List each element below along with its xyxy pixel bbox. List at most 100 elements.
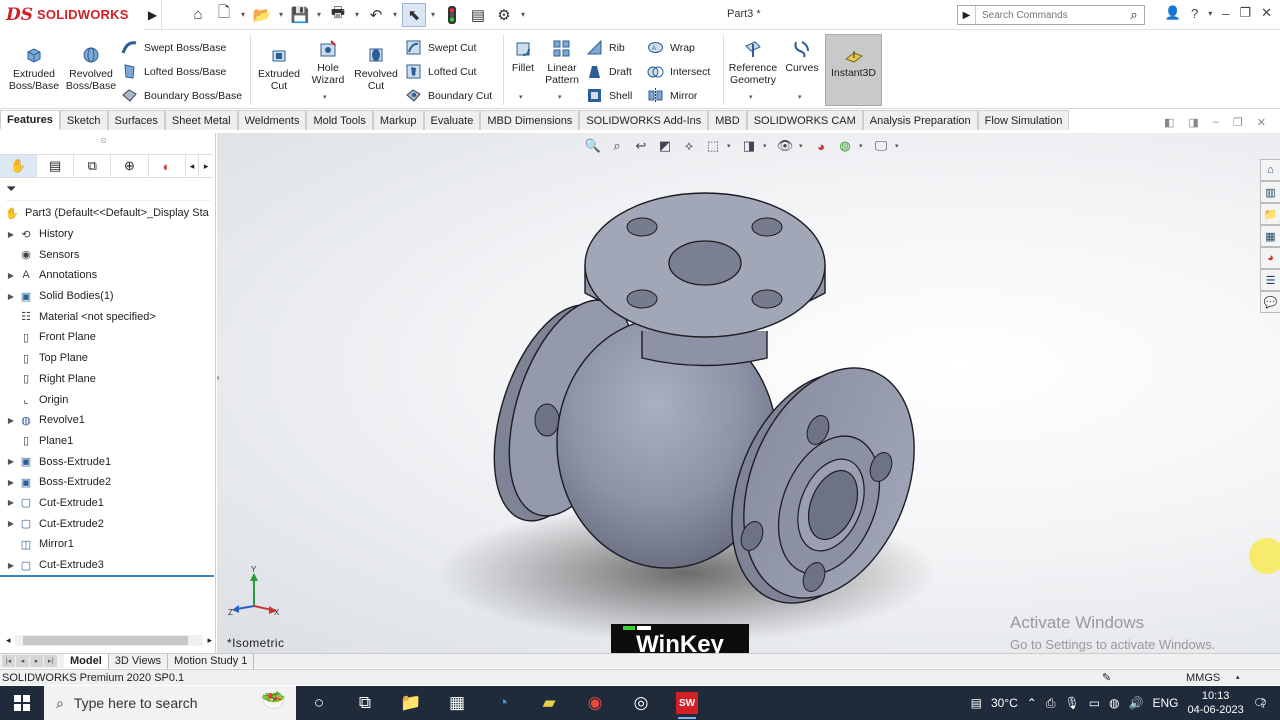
file-properties-icon[interactable]: ▤ [466, 3, 490, 27]
panel-tabs-left-arrow-icon[interactable]: ◂ [186, 155, 200, 177]
file-explorer-taskbar-icon[interactable]: 📁 [388, 686, 434, 720]
undo-icon[interactable]: ↶ [364, 3, 388, 27]
search-commands[interactable]: ▶ ⌕ [957, 5, 1145, 25]
wrap-button[interactable]: A Wrap [647, 39, 695, 56]
doc-minimize-icon[interactable]: – [1213, 116, 1219, 129]
bottom-tab-model[interactable]: Model [64, 653, 109, 669]
linear-pattern-button[interactable]: Linear Pattern [542, 39, 582, 86]
notifications-icon[interactable]: 🗨 2 [1253, 696, 1268, 710]
tab-flow-simulation[interactable]: Flow Simulation [977, 110, 1070, 130]
sticky-notes-icon[interactable]: ▰ [526, 686, 572, 720]
weather-icon[interactable]: ▤ [971, 696, 982, 710]
tab-markup[interactable]: Markup [372, 110, 424, 130]
hole-wizard-button[interactable]: Hole Wizard [306, 39, 350, 86]
undo-dropdown-icon[interactable]: ▾ [390, 10, 400, 19]
tile-left-icon[interactable]: ◧ [1164, 116, 1174, 129]
options-dropdown-icon[interactable]: ▾ [518, 10, 528, 19]
expand-arrow-icon[interactable]: ▶ [4, 478, 18, 487]
meet-now-icon[interactable]: ⎙ [1046, 696, 1056, 711]
volume-icon[interactable]: 🔊 [1129, 696, 1144, 710]
print-icon[interactable]: 🖶 [326, 3, 350, 27]
tree-item-sensors[interactable]: ◉ Sensors [0, 244, 214, 265]
prev-tab-icon[interactable]: ◂ [16, 655, 29, 667]
lofted-boss-button[interactable]: Lofted Boss/Base [121, 63, 226, 80]
display-manager-tab-icon[interactable]: ◐ [149, 155, 186, 177]
tree-item-revolve1[interactable]: ▶ ◍ Revolve1 [0, 410, 214, 431]
save-icon[interactable]: 💾 [288, 3, 312, 27]
taskbar-search[interactable]: ⌕ Type here to search 🥗 [44, 686, 296, 720]
boundary-cut-button[interactable]: Boundary Cut [405, 87, 492, 104]
intersect-button[interactable]: Intersect [647, 63, 710, 80]
save-dropdown-icon[interactable]: ▾ [314, 10, 324, 19]
solidworks-taskbar-icon[interactable]: SW [664, 686, 710, 720]
tree-item-cut-extrude3[interactable]: ▶ ▢ Cut-Extrude3 [0, 555, 214, 576]
taskbar-clock[interactable]: 10:13 04-06-2023 [1187, 689, 1243, 717]
scroll-thumb[interactable] [22, 635, 188, 645]
expand-arrow-icon[interactable]: ▶ [4, 561, 18, 570]
expand-arrow-icon[interactable]: ▶ [4, 292, 18, 301]
obs-studio-icon[interactable]: ◎ [618, 686, 664, 720]
select-cursor-icon[interactable]: ⬉ [402, 2, 426, 27]
linear-pattern-dropdown-icon[interactable]: ▾ [558, 93, 562, 101]
select-dropdown-icon[interactable]: ▾ [428, 10, 438, 19]
tree-root-part[interactable]: ✋ Part3 (Default<<Default>_Display Sta [0, 203, 214, 224]
swept-boss-button[interactable]: Swept Boss/Base [121, 39, 226, 56]
tab-solidworks-add-ins[interactable]: SOLIDWORKS Add-Ins [579, 110, 709, 130]
tab-mbd-dimensions[interactable]: MBD Dimensions [480, 110, 580, 130]
rebuild-pen-icon[interactable]: ✎ [1102, 671, 1111, 684]
shell-button[interactable]: Shell [586, 87, 632, 104]
new-dropdown-icon[interactable]: ▾ [238, 10, 248, 19]
tree-item-front-plane[interactable]: ▯ Front Plane [0, 327, 214, 348]
help-dropdown-icon[interactable]: ▾ [1208, 9, 1212, 18]
mirror-button[interactable]: Mirror [647, 87, 697, 104]
battery-icon[interactable]: ▭ [1089, 696, 1100, 710]
tab-weldments[interactable]: Weldments [237, 110, 307, 130]
filter-icon[interactable]: ⏷ [6, 181, 211, 201]
feature-manager-tab-icon[interactable]: ✋ [0, 155, 38, 177]
tab-solidworks-cam[interactable]: SOLIDWORKS CAM [746, 110, 863, 130]
calculator-icon[interactable]: ▦ [434, 686, 480, 720]
fillet-dropdown-icon[interactable]: ▾ [519, 93, 523, 101]
microphone-icon[interactable]: 🎙 [1064, 696, 1079, 710]
bottom-tab-3d-views[interactable]: 3D Views [109, 653, 169, 669]
scroll-left-icon[interactable]: ◂ [6, 635, 11, 646]
tray-overflow-chevron-icon[interactable]: ⌃ [1027, 696, 1037, 710]
menu-expand-arrow-icon[interactable]: ▶ [144, 0, 162, 30]
scroll-track[interactable] [14, 634, 204, 646]
rebuild-traffic-light-icon[interactable] [440, 3, 464, 27]
help-icon[interactable]: ? [1191, 6, 1198, 21]
home-icon[interactable]: ⌂ [186, 3, 210, 27]
windows-start-icon[interactable] [0, 686, 44, 720]
temperature[interactable]: 30°C [991, 696, 1018, 710]
expand-arrow-icon[interactable]: ▶ [4, 416, 18, 425]
doc-close-icon[interactable]: ✕ [1257, 116, 1266, 129]
input-language[interactable]: ENG [1152, 696, 1178, 710]
open-dropdown-icon[interactable]: ▾ [276, 10, 286, 19]
tree-item-annotations[interactable]: ▶ A Annotations [0, 265, 214, 286]
reference-geometry-button[interactable]: Reference Geometry [727, 39, 779, 86]
tab-sketch[interactable]: Sketch [59, 110, 108, 130]
unit-system-dropdown-icon[interactable]: ▴ [1236, 673, 1240, 681]
tab-mold-tools[interactable]: Mold Tools [306, 110, 373, 130]
expand-arrow-icon[interactable]: ▶ [4, 498, 18, 507]
scroll-right-icon[interactable]: ▸ [207, 635, 212, 646]
chrome-browser-icon[interactable]: ◉ [572, 686, 618, 720]
doc-restore-icon[interactable]: ❐ [1233, 116, 1243, 129]
minimize-icon[interactable]: – [1222, 6, 1229, 21]
tab-features[interactable]: Features [0, 110, 60, 130]
expand-arrow-icon[interactable]: ▶ [4, 271, 18, 280]
tree-item-history[interactable]: ▶ ⟲ History [0, 224, 214, 245]
tree-item-origin[interactable]: ⌞ Origin [0, 389, 214, 410]
tree-item-right-plane[interactable]: ▯ Right Plane [0, 369, 214, 390]
last-tab-icon[interactable]: ▸| [44, 655, 57, 667]
panel-tabs-right-arrow-icon[interactable]: ▸ [199, 155, 213, 177]
fillet-button[interactable]: Fillet [508, 39, 538, 74]
options-gear-icon[interactable]: ⚙ [492, 3, 516, 27]
property-manager-tab-icon[interactable]: ▤ [37, 155, 75, 177]
print-dropdown-icon[interactable]: ▾ [352, 10, 362, 19]
dimxpert-tab-icon[interactable]: ⊕ [111, 155, 149, 177]
open-folder-icon[interactable]: 📂 [250, 3, 274, 27]
curves-button[interactable]: Curves [783, 39, 821, 74]
curves-dropdown-icon[interactable]: ▾ [798, 93, 802, 101]
tree-item-cut-extrude1[interactable]: ▶ ▢ Cut-Extrude1 [0, 493, 214, 514]
